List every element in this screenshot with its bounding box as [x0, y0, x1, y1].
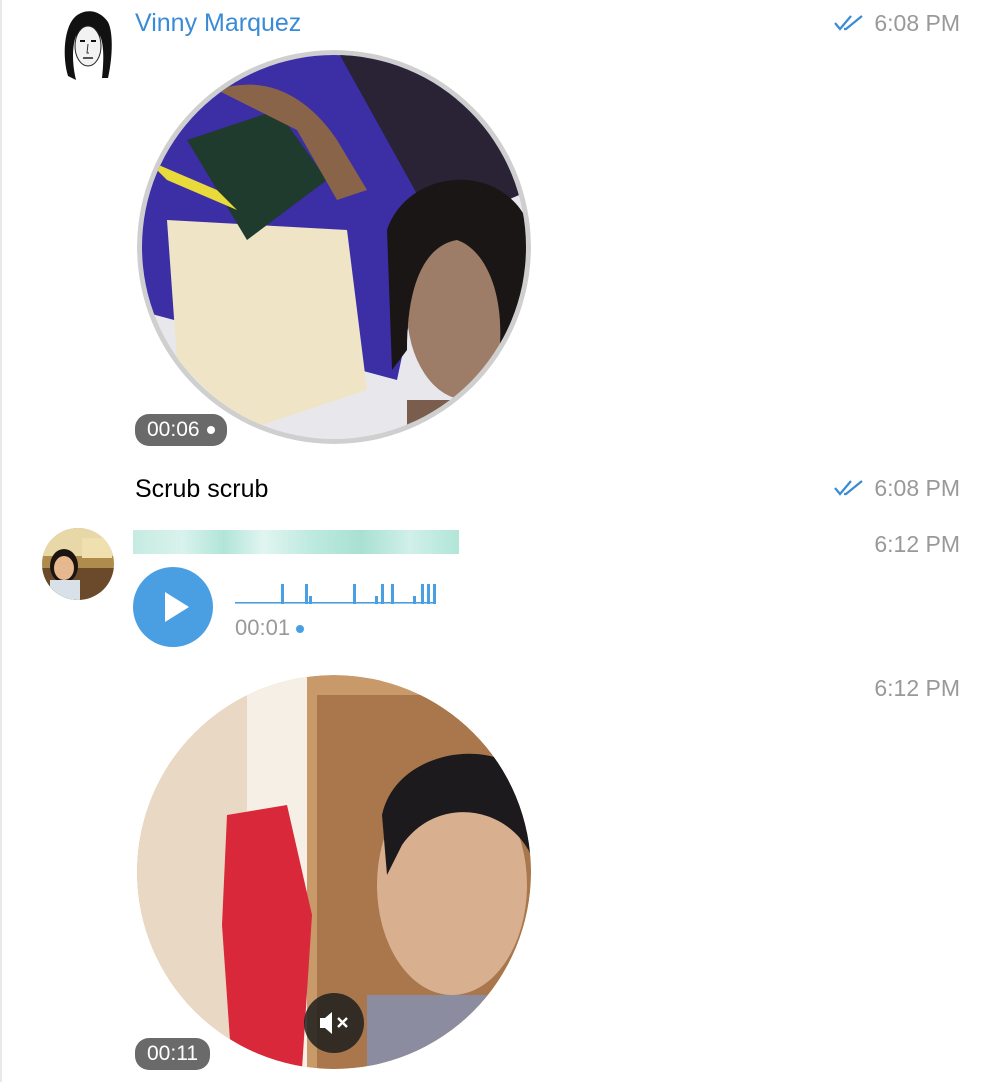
video-duration-badge: 00:06 — [135, 414, 227, 446]
sender-avatar-vinny[interactable] — [58, 6, 116, 82]
time-label: 6:12 PM — [874, 531, 960, 557]
unplayed-dot — [206, 426, 215, 435]
video-message-circle[interactable] — [137, 50, 531, 444]
mute-button[interactable] — [304, 993, 364, 1053]
message-time: 6:12 PM — [830, 531, 960, 558]
duration-label: 00:11 — [147, 1042, 198, 1065]
sender-name[interactable]: Vinny Marquez — [135, 9, 301, 38]
voice-duration: 00:01 — [235, 615, 305, 641]
play-button[interactable] — [133, 567, 213, 647]
blurred-sender-name — [133, 530, 459, 554]
time-label: 6:08 PM — [874, 475, 960, 501]
sender-avatar-2[interactable] — [42, 528, 114, 600]
double-check-icon — [834, 476, 864, 503]
duration-label: 00:06 — [147, 418, 200, 441]
time-label: 6:08 PM — [874, 10, 960, 36]
unplayed-dot — [296, 625, 305, 634]
message-time: 6:08 PM — [830, 475, 960, 503]
time-label: 6:12 PM — [874, 675, 960, 701]
video-duration-badge: 00:11 — [135, 1038, 210, 1070]
message-time: 6:12 PM — [830, 675, 960, 702]
voice-waveform[interactable] — [235, 580, 440, 606]
double-check-icon — [834, 11, 864, 38]
message-text: Scrub scrub — [135, 475, 269, 503]
duration-label: 00:01 — [235, 615, 291, 640]
message-time: 6:08 PM — [830, 10, 960, 38]
speaker-muted-icon — [320, 1012, 348, 1034]
chat-left-border — [0, 0, 2, 1082]
play-icon — [165, 592, 189, 622]
